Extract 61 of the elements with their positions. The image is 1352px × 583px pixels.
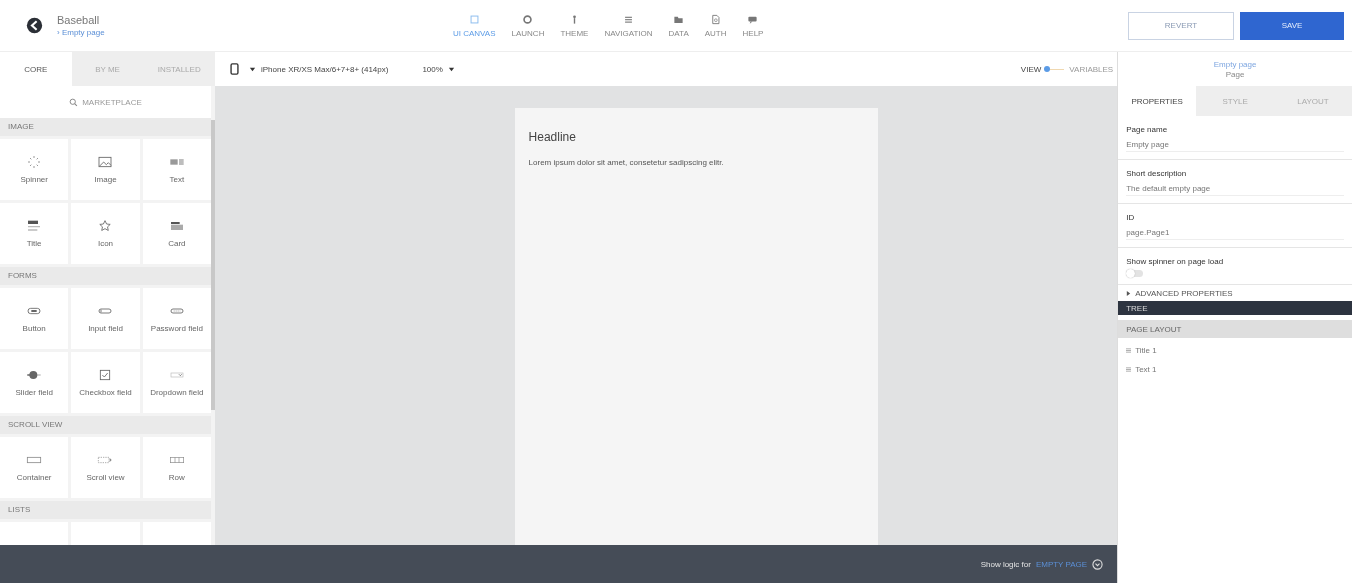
phone-icon	[230, 63, 239, 75]
tree-title: TREE	[1126, 303, 1148, 313]
section-header: FORMS	[0, 267, 211, 285]
field-label: Page name	[1126, 125, 1169, 134]
save-button[interactable]: SAVE	[1240, 11, 1344, 40]
spinner-icon	[26, 154, 43, 171]
component-tile[interactable]: Button	[0, 288, 69, 349]
component-tile[interactable]: Password field	[142, 288, 211, 349]
component-tile[interactable]: Input field	[71, 288, 140, 349]
component-tile[interactable]: Scroll view	[71, 437, 140, 498]
project-title: Baseball	[57, 14, 101, 26]
component-tile[interactable]: Checkbox field	[71, 352, 140, 413]
nav-tab[interactable]: NAVIGATION	[597, 13, 660, 38]
document-icon	[710, 13, 722, 25]
nav-tab[interactable]: THEME	[553, 13, 596, 38]
tree-header: PAGE LAYOUT	[1118, 320, 1352, 338]
section-header: LISTS	[0, 501, 211, 519]
caret-icon	[249, 65, 256, 73]
toggle-switch[interactable]	[1126, 270, 1144, 277]
logic-label: Show logic for	[980, 559, 1031, 569]
tree-item[interactable]: Title 1	[1135, 346, 1157, 355]
component-tile[interactable]: Card	[142, 203, 211, 264]
nav-tab[interactable]: AUTH	[697, 13, 734, 38]
component-tile[interactable]: Container	[0, 437, 69, 498]
component-tile[interactable]: Dropdown field	[142, 352, 211, 413]
square-icon	[468, 13, 480, 25]
component-tile[interactable]: Slider field	[0, 352, 69, 413]
component-tile[interactable]: Image	[71, 139, 140, 200]
nav-tab[interactable]: HELP	[735, 13, 771, 38]
view-switch[interactable]	[1044, 66, 1067, 72]
expand-arrow-icon[interactable]	[1126, 290, 1132, 296]
palette-tab[interactable]: CORE	[0, 52, 72, 86]
component-tile[interactable]: Text	[142, 139, 211, 200]
inspector-tab[interactable]: PROPERTIES	[1118, 86, 1197, 116]
nav-tab[interactable]: LAUNCH	[504, 13, 552, 38]
page-breadcrumb[interactable]: › Empty page	[57, 28, 105, 37]
view-label[interactable]: VIEW	[1020, 64, 1042, 74]
field-label: Show spinner on page load	[1126, 257, 1225, 266]
headline-text[interactable]: Headline	[528, 130, 864, 144]
component-tile[interactable]: Spinner	[0, 139, 69, 200]
body-text[interactable]: Lorem ipsum dolor sit amet, consetetur sadipscing elitr.	[528, 158, 864, 167]
expand-icon[interactable]	[1092, 558, 1104, 570]
section-header: IMAGE	[0, 118, 211, 136]
zoom-dropdown[interactable]: 100%	[416, 63, 461, 75]
tree-item[interactable]: Text 1	[1135, 365, 1157, 374]
search-icon	[69, 97, 79, 107]
drag-handle-icon[interactable]	[1126, 367, 1132, 372]
drag-handle-icon[interactable]	[1126, 348, 1132, 353]
advanced-properties-toggle[interactable]: ADVANCED PROPERTIES	[1135, 288, 1233, 298]
caret-icon	[447, 65, 455, 73]
ring-icon	[522, 13, 534, 25]
component-tile[interactable]: Row	[142, 437, 211, 498]
component-tile[interactable]: Icon	[71, 203, 140, 264]
section-header: SCROLL VIEW	[0, 416, 211, 434]
field-label: Short description	[1126, 169, 1188, 178]
element-type: Page	[1225, 69, 1245, 79]
device-dropdown[interactable]: iPhone XR/XS Max/6+7+8+ (414px)	[243, 63, 395, 75]
nav-tab[interactable]: DATA	[661, 13, 696, 38]
field-label: ID	[1126, 213, 1136, 222]
logo-icon	[26, 17, 43, 34]
component-tile[interactable]: Title	[0, 203, 69, 264]
